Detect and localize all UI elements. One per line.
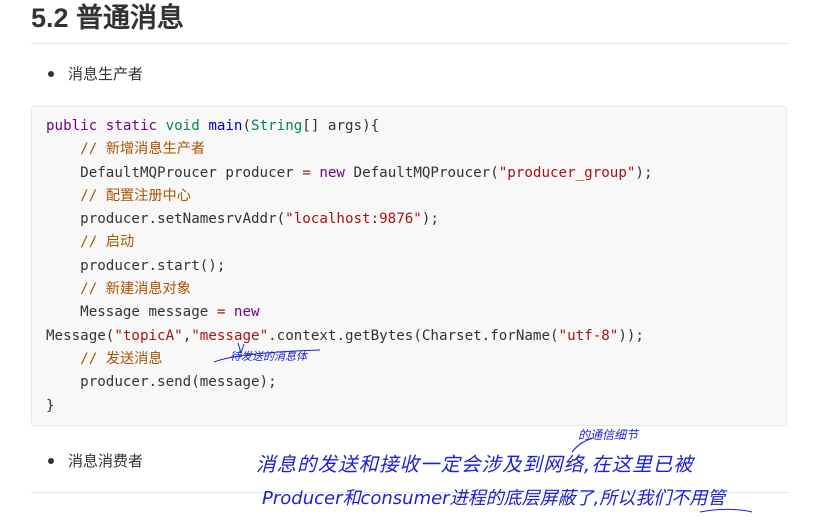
- code-line-13: }: [46, 397, 55, 414]
- code-comment: // 发送消息: [80, 350, 163, 367]
- annotation-line-1: 消息的发送和接收一定会涉及到网络,在这里已被: [256, 453, 694, 476]
- code-line-9: Message message = new: [80, 304, 260, 321]
- list-item-producer: 消息生产者: [48, 64, 143, 84]
- list-item-label: 消息生产者: [68, 65, 144, 83]
- code-comment: // 配置注册中心: [80, 187, 191, 204]
- heading-divider: [31, 43, 788, 44]
- list-item-consumer: 消息消费者: [48, 451, 143, 471]
- annotation-message-body: 待发送的消息体: [230, 350, 307, 363]
- code-comment: // 新建消息对象: [80, 281, 191, 298]
- bullet-icon: [48, 458, 54, 464]
- bullet-icon: [48, 71, 54, 77]
- list-item-label: 消息消费者: [68, 452, 144, 470]
- code-line-5: producer.setNamesrvAddr("localhost:9876"…: [80, 211, 439, 228]
- code-comment: // 启动: [80, 234, 135, 251]
- code-line-1: public static void main(String[] args){: [46, 118, 380, 134]
- annotation-insert: 的通信细节: [578, 428, 639, 442]
- code-content: public static void main(String[] args){ …: [46, 115, 653, 418]
- section-heading: 5.2 普通消息: [31, 3, 185, 33]
- code-line-12: producer.send(message);: [80, 374, 277, 391]
- code-line-7: producer.start();: [80, 257, 226, 274]
- code-line-10: Message("topicA","message".context.getBy…: [46, 327, 644, 344]
- code-comment: // 新增消息生产者: [80, 141, 206, 158]
- annotation-line-2: Producer和consumer进程的底层屏蔽了,所以我们不用管: [262, 488, 726, 509]
- code-line-3: DefaultMQProucer producer = new DefaultM…: [80, 164, 653, 181]
